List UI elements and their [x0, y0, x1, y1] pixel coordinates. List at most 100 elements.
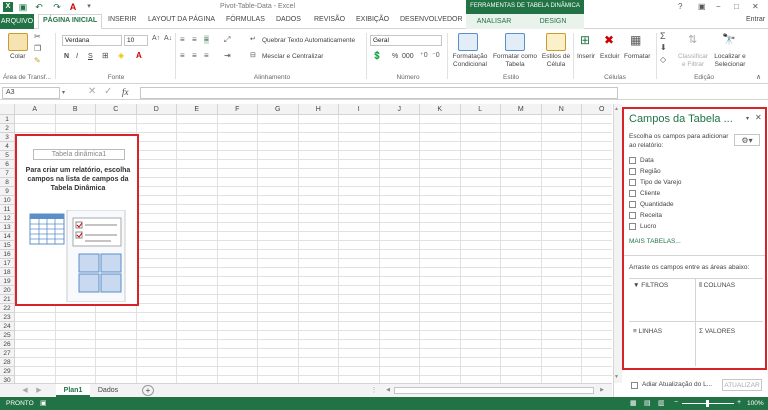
- tab-formulas[interactable]: FÓRMULAS: [226, 16, 265, 23]
- row-header[interactable]: 25: [0, 331, 15, 340]
- clear-icon[interactable]: ◇: [660, 55, 666, 64]
- orientation-icon[interactable]: ⤢: [224, 35, 230, 45]
- undo-icon[interactable]: ↶: [34, 2, 44, 12]
- row-header[interactable]: 28: [0, 358, 15, 367]
- align-top-icon[interactable]: ≡: [180, 35, 185, 44]
- row-header[interactable]: 21: [0, 295, 15, 304]
- column-header[interactable]: E: [177, 104, 218, 115]
- column-header[interactable]: D: [136, 104, 177, 115]
- insert-cells-button[interactable]: Inserir: [577, 53, 595, 60]
- sort-filter-icon[interactable]: ⇅: [688, 33, 697, 46]
- grow-font-icon[interactable]: A↑: [152, 35, 160, 42]
- add-sheet-button[interactable]: +: [142, 385, 154, 396]
- font-family-select[interactable]: Verdana: [62, 35, 122, 46]
- scroll-down-icon[interactable]: ▼: [614, 374, 619, 380]
- row-header[interactable]: 4: [0, 142, 15, 151]
- autosum-icon[interactable]: Σ: [660, 31, 666, 41]
- cell-styles-icon[interactable]: [546, 33, 566, 51]
- restore-button[interactable]: □: [734, 2, 739, 11]
- tab-insert[interactable]: INSERIR: [108, 16, 136, 23]
- row-header[interactable]: 29: [0, 367, 15, 376]
- sort-filter-button[interactable]: Classificar e Filtrar: [676, 53, 710, 69]
- tab-data[interactable]: DADOS: [276, 16, 301, 23]
- merge-center-button[interactable]: Mesclar e Centralizar: [262, 53, 323, 60]
- row-header[interactable]: 6: [0, 160, 15, 169]
- font-color-icon[interactable]: A: [136, 51, 142, 60]
- confirm-entry-icon[interactable]: ✓: [104, 86, 112, 97]
- row-header[interactable]: 9: [0, 187, 15, 196]
- field-item[interactable]: Lucro: [629, 223, 656, 230]
- normal-view-icon[interactable]: ▦: [630, 399, 637, 407]
- page-layout-view-icon[interactable]: ▤: [644, 399, 651, 407]
- insert-function-icon[interactable]: fx: [122, 87, 129, 97]
- find-select-icon[interactable]: 🔭: [722, 33, 736, 46]
- customize-qat-icon[interactable]: ▾: [84, 2, 94, 12]
- paste-icon[interactable]: [8, 33, 28, 51]
- row-header[interactable]: 10: [0, 196, 15, 205]
- column-header[interactable]: L: [460, 104, 501, 115]
- help-button[interactable]: ?: [678, 2, 682, 11]
- field-item[interactable]: Data: [629, 157, 654, 164]
- row-header[interactable]: 30: [0, 376, 15, 383]
- align-bottom-icon[interactable]: ≡: [204, 35, 209, 44]
- align-right-icon[interactable]: ≡: [204, 51, 209, 60]
- field-checkbox[interactable]: [629, 201, 636, 208]
- row-header[interactable]: 15: [0, 241, 15, 250]
- column-header[interactable]: I: [339, 104, 380, 115]
- format-painter-icon[interactable]: ✎: [34, 56, 41, 65]
- bold-button[interactable]: N: [64, 53, 69, 60]
- collapse-ribbon-icon[interactable]: ∧: [756, 73, 761, 81]
- zoom-slider-thumb[interactable]: [706, 400, 709, 407]
- row-header[interactable]: 5: [0, 151, 15, 160]
- row-header[interactable]: 11: [0, 205, 15, 214]
- horizontal-scrollbar[interactable]: [394, 387, 594, 394]
- font-size-select[interactable]: 10: [124, 35, 148, 46]
- more-tables-link[interactable]: MAIS TABELAS...: [629, 238, 681, 245]
- column-header[interactable]: A: [15, 104, 56, 115]
- row-header[interactable]: 27: [0, 349, 15, 358]
- column-header[interactable]: K: [420, 104, 461, 115]
- row-header[interactable]: 3: [0, 133, 15, 142]
- cell-styles-button[interactable]: Estilos de Célula: [540, 53, 572, 69]
- tab-page-layout[interactable]: LAYOUT DA PÁGINA: [148, 16, 215, 23]
- panel-options-dropdown-icon[interactable]: ▾: [746, 115, 749, 122]
- font-color-quick-icon[interactable]: A: [68, 2, 78, 12]
- find-select-button[interactable]: Localizar e Selecionar: [710, 53, 750, 69]
- conditional-format-icon[interactable]: [458, 33, 478, 51]
- column-header[interactable]: F: [217, 104, 258, 115]
- row-header[interactable]: 24: [0, 322, 15, 331]
- zoom-level[interactable]: 100%: [747, 400, 764, 407]
- ribbon-display-icon[interactable]: ▣: [698, 2, 706, 11]
- underline-button[interactable]: S: [88, 53, 93, 60]
- row-header[interactable]: 22: [0, 304, 15, 313]
- percent-button[interactable]: %: [392, 53, 398, 60]
- row-header[interactable]: 26: [0, 340, 15, 349]
- format-cells-button[interactable]: Formatar: [624, 53, 650, 60]
- fill-icon[interactable]: ⬇: [660, 43, 667, 52]
- cut-icon[interactable]: ✂: [34, 32, 41, 41]
- sheet-tab-dados[interactable]: Dados: [92, 384, 124, 397]
- save-icon[interactable]: ▣: [18, 2, 28, 12]
- scroll-up-icon[interactable]: ▲: [614, 106, 619, 112]
- align-middle-icon[interactable]: ≡: [192, 35, 197, 44]
- sign-in-link[interactable]: Entrar: [746, 16, 765, 23]
- wrap-text-icon[interactable]: ↵: [250, 35, 256, 43]
- column-header[interactable]: B: [55, 104, 96, 115]
- conditional-format-button[interactable]: Formatação Condicional: [450, 53, 490, 69]
- vertical-scrollbar[interactable]: [613, 104, 622, 383]
- delete-cells-icon[interactable]: ✖: [604, 33, 614, 47]
- row-header[interactable]: 8: [0, 178, 15, 187]
- tab-file[interactable]: ARQUIVO: [0, 14, 34, 29]
- increase-decimal-icon[interactable]: ⁺0: [420, 51, 428, 59]
- shrink-font-icon[interactable]: A↓: [164, 35, 172, 42]
- row-header[interactable]: 18: [0, 268, 15, 277]
- zoom-out-icon[interactable]: −: [674, 399, 678, 406]
- format-cells-icon[interactable]: ▦: [630, 33, 641, 47]
- columns-area[interactable]: ⦀ COLUNAS: [699, 282, 735, 290]
- name-box[interactable]: A3: [2, 87, 60, 99]
- column-header[interactable]: O: [582, 104, 612, 115]
- panel-settings-icon[interactable]: ⚙▾: [734, 134, 760, 146]
- tab-view[interactable]: EXIBIÇÃO: [356, 16, 389, 23]
- column-header[interactable]: M: [501, 104, 542, 115]
- column-header[interactable]: G: [258, 104, 299, 115]
